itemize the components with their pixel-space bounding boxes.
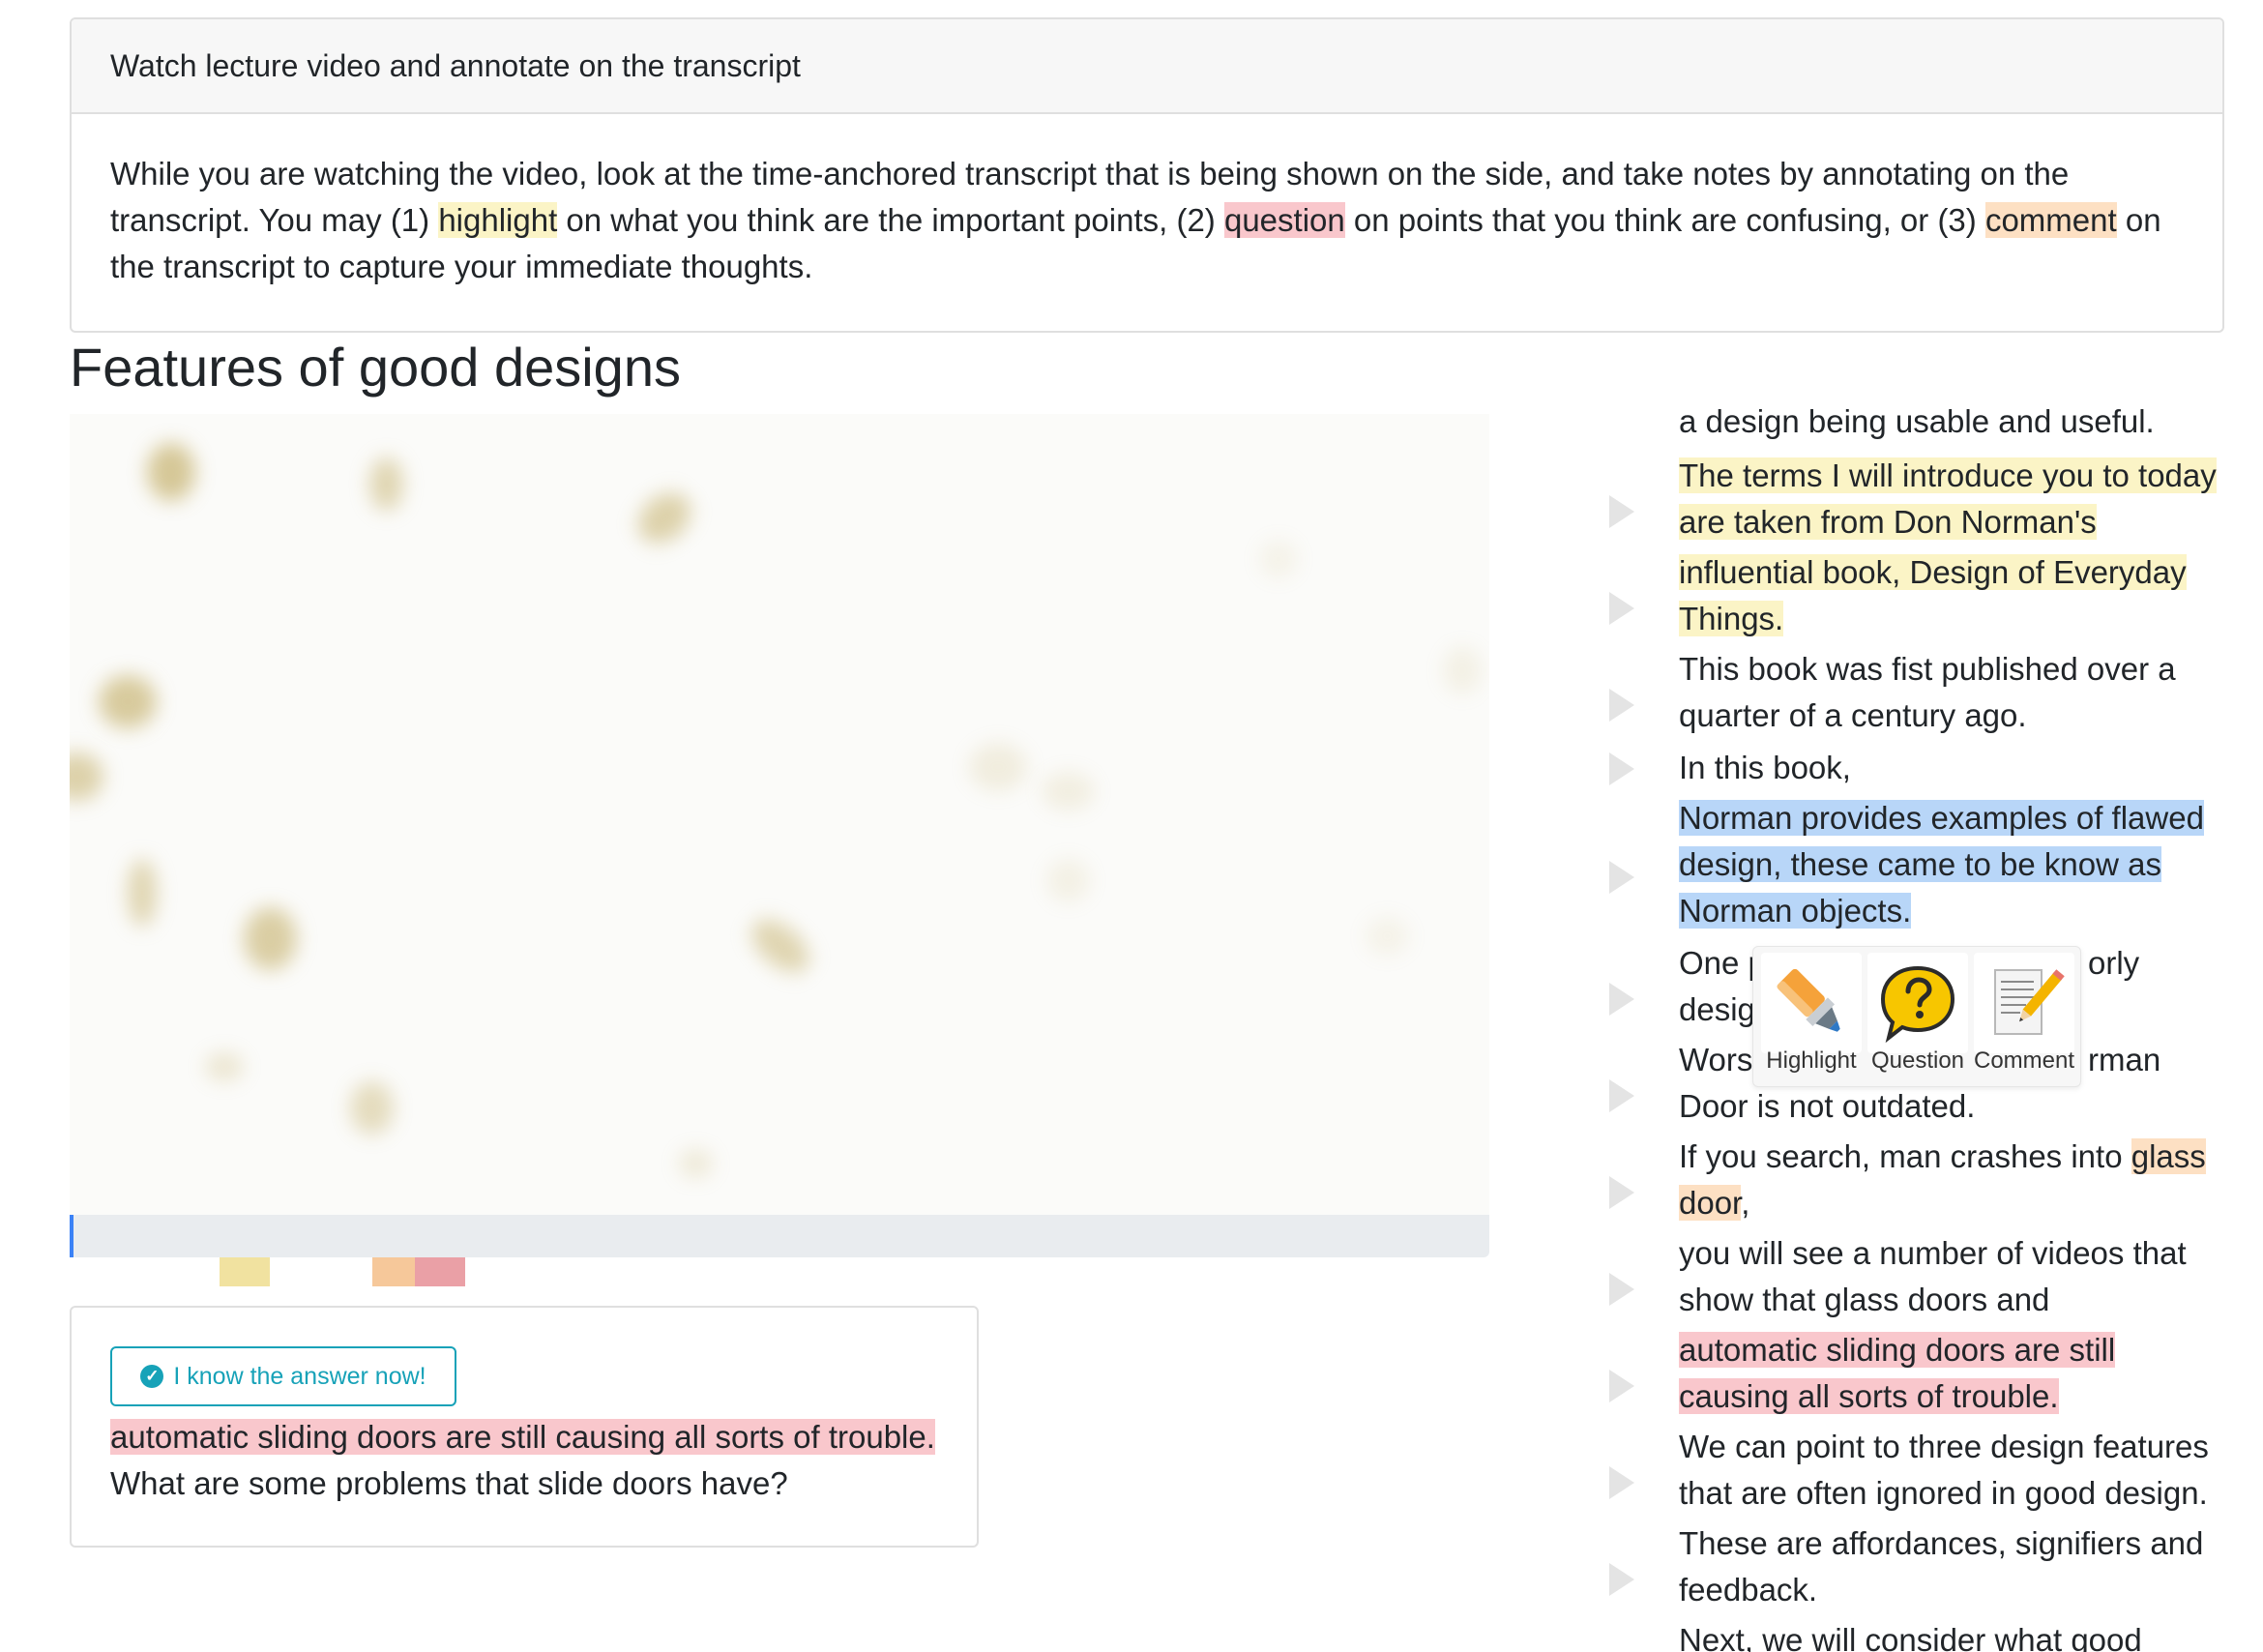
instructions-card: Watch lecture video and annotate on the …: [70, 17, 2224, 333]
highlighted-text: influential book, Design of Everyday: [1679, 554, 2187, 590]
segment-text: If you search, man crashes into glass do…: [1679, 1138, 2206, 1221]
play-icon[interactable]: [1609, 495, 1634, 528]
question-label: Question: [1870, 1047, 1965, 1074]
selected-text: Norman objects.: [1679, 893, 1912, 929]
play-icon[interactable]: [1609, 1176, 1634, 1209]
question-quote-text: automatic sliding doors are still causin…: [110, 1419, 935, 1455]
highlight-label: Highlight: [1766, 1047, 1857, 1074]
highlighted-text: are taken from Don Norman's: [1679, 504, 2097, 540]
questioned-text: automatic sliding doors are still: [1679, 1332, 2116, 1368]
highlight-example: highlight: [438, 202, 558, 238]
question-bubble-icon: [1880, 965, 1955, 1044]
instructions-line-3: the transcript to capture your immediate…: [110, 249, 813, 284]
segment-text: These are affordances, signifiers and fee…: [1679, 1525, 2204, 1608]
segment-text: The terms I will introduce you to today …: [1679, 453, 2224, 546]
segment-text: We can point to three design features tha…: [1679, 1429, 2209, 1511]
comment-marker[interactable]: [372, 1257, 415, 1286]
play-icon[interactable]: [1609, 983, 1634, 1016]
question-card: ✓ I know the answer now! automatic slidi…: [70, 1306, 979, 1548]
play-icon[interactable]: [1609, 689, 1634, 722]
segment-text: Norman provides examples of flawed desig…: [1679, 795, 2224, 934]
highlight-tool-button[interactable]: [1761, 953, 1862, 1053]
highlighted-text: Things.: [1679, 601, 1784, 636]
play-icon[interactable]: [1609, 752, 1634, 785]
instructions-text: on what you think are the important poin…: [557, 202, 1224, 238]
play-icon[interactable]: [1609, 1370, 1634, 1402]
video-progress-bar[interactable]: [70, 1215, 1489, 1257]
instructions-text: on: [2116, 202, 2161, 238]
annotation-toolbar: Highlight Question Comment: [1752, 946, 2081, 1087]
selected-text: Norman provides examples of flawed: [1679, 800, 2204, 836]
segment-text: Next, we will consider what good: [1679, 1622, 2142, 1652]
question-marker[interactable]: [415, 1257, 465, 1286]
instructions-line-1: While you are watching the video, look a…: [110, 156, 2070, 192]
play-icon[interactable]: [1609, 1563, 1634, 1596]
comment-example: comment: [1984, 202, 2117, 238]
instructions-header: Watch lecture video and annotate on the …: [72, 19, 2222, 114]
highlighter-icon: [1777, 968, 1840, 1032]
question-tool-button[interactable]: [1867, 953, 1968, 1053]
video-progress-fill: [70, 1215, 73, 1257]
segment-text: In this book,: [1679, 750, 1851, 785]
comment-tool-button[interactable]: [1974, 953, 2074, 1053]
play-icon[interactable]: [1609, 1079, 1634, 1112]
segment-text: This book was fist published over a quart…: [1679, 651, 2176, 733]
questioned-text: causing all sorts of trouble.: [1679, 1378, 2059, 1414]
commented-text: glass: [2131, 1138, 2206, 1174]
highlight-marker[interactable]: [220, 1257, 270, 1286]
play-icon[interactable]: [1609, 592, 1634, 625]
know-answer-button[interactable]: ✓ I know the answer now!: [110, 1346, 456, 1406]
instructions-text: on points that you think are confusing, …: [1344, 202, 1985, 238]
segment-text: you will see a number of videos that show…: [1679, 1235, 2187, 1317]
play-icon[interactable]: [1609, 861, 1634, 894]
comment-label: Comment: [1973, 1047, 2075, 1074]
page-title: Features of good designs: [70, 337, 681, 398]
selected-text: design, these came to be know as: [1679, 846, 2161, 882]
commented-text: door: [1679, 1185, 1742, 1221]
instructions-line-2: transcript. You may (1) highlight on wha…: [110, 197, 2184, 244]
play-icon[interactable]: [1609, 1466, 1634, 1499]
instructions-body: While you are watching the video, look a…: [72, 114, 2222, 290]
lecture-video[interactable]: [70, 414, 1489, 1215]
highlighted-text: The terms I will introduce you to today: [1679, 457, 2217, 493]
know-answer-label: I know the answer now!: [173, 1362, 426, 1390]
segment-text: a design being usable and useful.: [1679, 406, 2155, 439]
instructions-text: transcript. You may (1): [110, 202, 439, 238]
question-example: question: [1223, 202, 1345, 238]
play-icon[interactable]: [1609, 1273, 1634, 1306]
question-text: What are some problems that slide doors …: [110, 1465, 788, 1501]
question-quote: automatic sliding doors are still causin…: [110, 1414, 935, 1460]
comment-note-icon: [1994, 969, 2065, 1035]
segment-text: automatic sliding doors are still causin…: [1679, 1327, 2224, 1420]
check-circle-icon: ✓: [140, 1365, 164, 1388]
segment-text: influential book, Design of Everyday Thi…: [1679, 549, 2224, 642]
